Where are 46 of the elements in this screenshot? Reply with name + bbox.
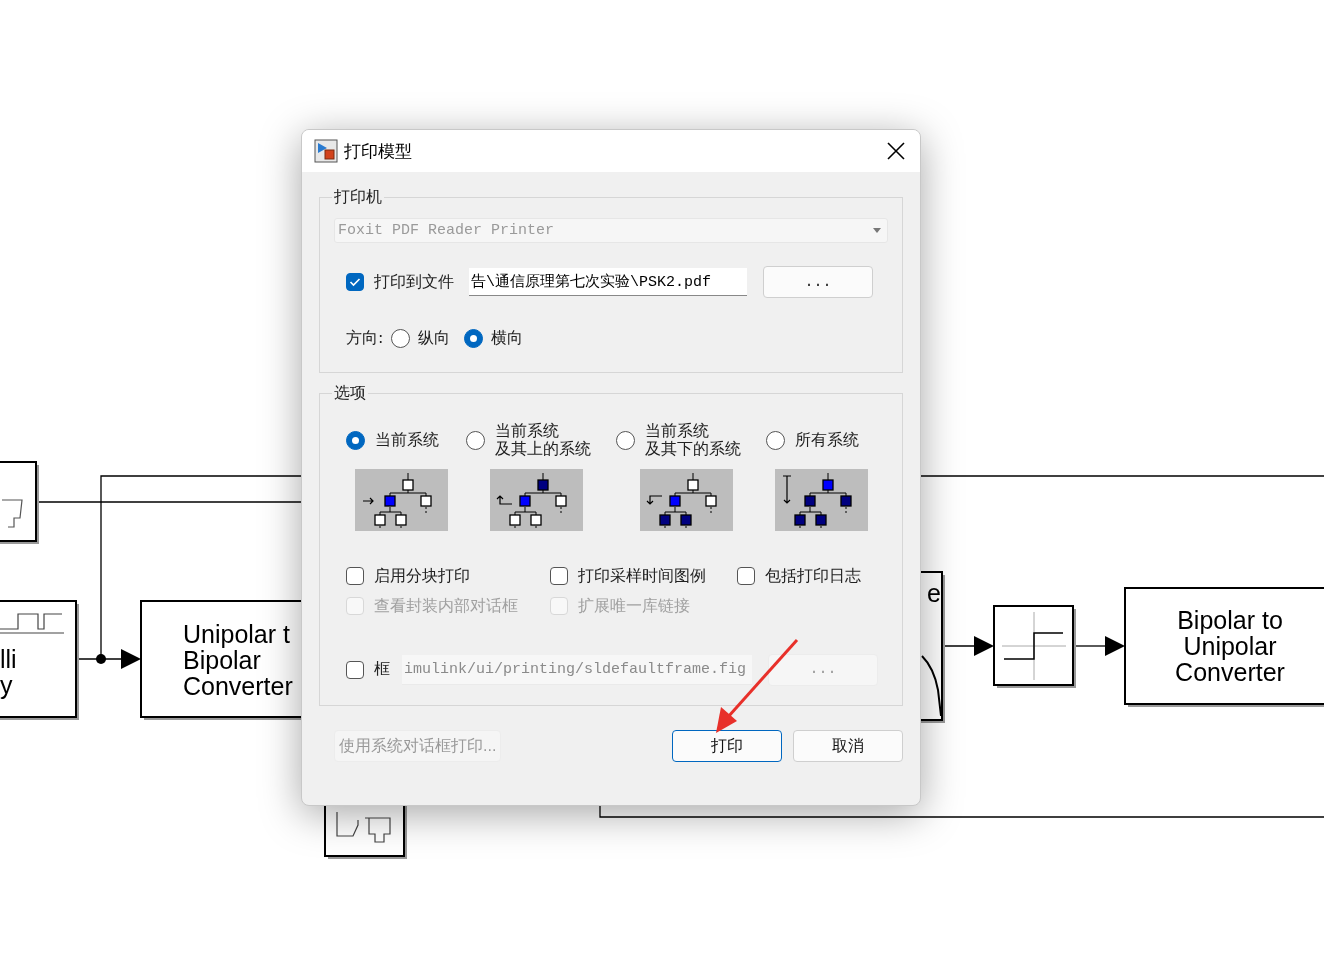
checkbox-label: 框 xyxy=(374,660,390,679)
checkbox-label: 启用分块打印 xyxy=(374,566,470,586)
radio-label: 所有系统 xyxy=(795,431,859,450)
signal-line xyxy=(1073,636,1125,656)
checkbox[interactable] xyxy=(346,273,364,291)
hierarchy-icon xyxy=(640,468,733,531)
cancel-button[interactable]: 取消 xyxy=(793,730,903,762)
radio-button[interactable] xyxy=(346,430,365,450)
group-label: 选项 xyxy=(333,383,367,404)
block-label: lli y xyxy=(0,645,17,699)
radio-button[interactable] xyxy=(466,430,485,450)
block-label: Bipolar to Unipolar Converter xyxy=(1175,606,1285,686)
block-label: e xyxy=(927,579,941,607)
radio-button[interactable] xyxy=(464,329,484,348)
checkbox-label: 打印采样时间图例 xyxy=(578,566,706,586)
group-label: 打印机 xyxy=(333,187,383,208)
checkbox-label: 查看封装内部对话框 xyxy=(374,597,518,616)
print-button[interactable]: 打印 xyxy=(672,730,782,762)
radio-button[interactable] xyxy=(766,430,785,450)
radio-label: 当前系统 xyxy=(645,422,709,441)
radio-label: 横向 xyxy=(491,329,524,348)
radio-label: 及其上的系统 xyxy=(495,440,591,459)
radio-label: 纵向 xyxy=(418,329,451,348)
radio-button[interactable] xyxy=(616,430,635,450)
checkbox-label: 扩展唯一库链接 xyxy=(578,597,690,616)
checkbox[interactable] xyxy=(550,566,568,585)
app-icon xyxy=(314,139,338,163)
block-label: Unipolar t Bipolar Converter xyxy=(183,620,293,700)
checkmark-icon xyxy=(349,277,361,287)
radio-label: 当前系统 xyxy=(375,431,439,450)
orientation-label: 方向: xyxy=(346,329,384,348)
window-title: 打印模型 xyxy=(344,139,413,163)
signal-line xyxy=(942,636,994,656)
checkbox-label: 包括打印日志 xyxy=(765,566,861,586)
browse-button[interactable]: ... xyxy=(763,266,873,298)
checkbox-label: 打印到文件 xyxy=(374,272,454,292)
hierarchy-icon xyxy=(775,468,868,531)
radio-label: 当前系统 xyxy=(495,422,560,440)
hierarchy-icon xyxy=(490,468,583,531)
radio-button[interactable] xyxy=(391,329,411,348)
dropdown-caret-icon xyxy=(873,228,881,233)
file-path-field[interactable]: 告\通信原理第七次实验\PSK2.pdf xyxy=(469,268,747,296)
checkbox[interactable] xyxy=(346,566,364,585)
checkbox[interactable] xyxy=(737,566,755,585)
radio-label: 及其下的系统 xyxy=(645,440,741,459)
hierarchy-icon xyxy=(355,468,448,531)
